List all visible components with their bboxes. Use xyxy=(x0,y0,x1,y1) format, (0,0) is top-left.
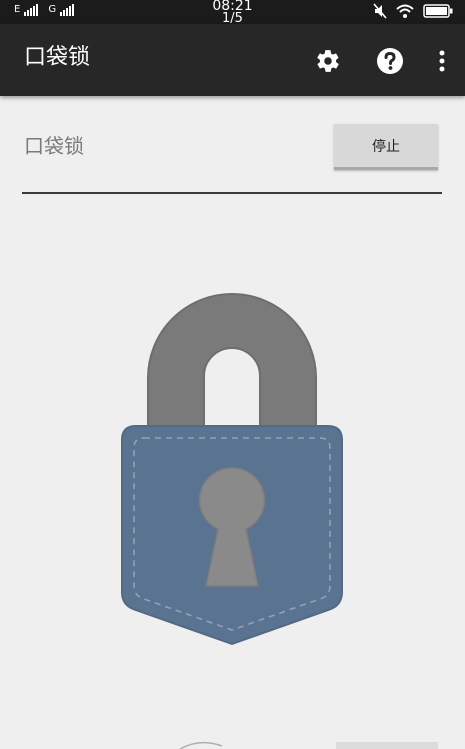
service-label: 口袋锁 xyxy=(24,134,84,158)
bottom-partial-content xyxy=(179,741,438,749)
help-button[interactable] xyxy=(375,46,405,76)
app-title: 口袋锁 xyxy=(24,45,91,70)
app-bar: 口袋锁 xyxy=(0,24,465,96)
screen: E G 08:21 1/5 口袋锁 口袋锁 停止 xyxy=(0,0,465,749)
service-row: 口袋锁 停止 xyxy=(22,120,442,194)
more-vertical-icon xyxy=(439,50,445,72)
lock-shackle xyxy=(147,293,317,437)
stop-button[interactable]: 停止 xyxy=(334,124,438,170)
status-bar: E G 08:21 1/5 xyxy=(0,0,465,25)
settings-gear-icon xyxy=(317,50,339,72)
battery-icon xyxy=(423,4,453,18)
help-question-icon xyxy=(377,48,403,74)
pocket-lock-icon xyxy=(121,293,343,646)
overflow-menu-button[interactable] xyxy=(437,46,447,76)
mute-icon xyxy=(373,3,387,19)
settings-button[interactable] xyxy=(313,46,343,76)
wifi-icon xyxy=(396,4,414,18)
app-actions xyxy=(313,46,447,76)
status-right xyxy=(373,3,453,19)
